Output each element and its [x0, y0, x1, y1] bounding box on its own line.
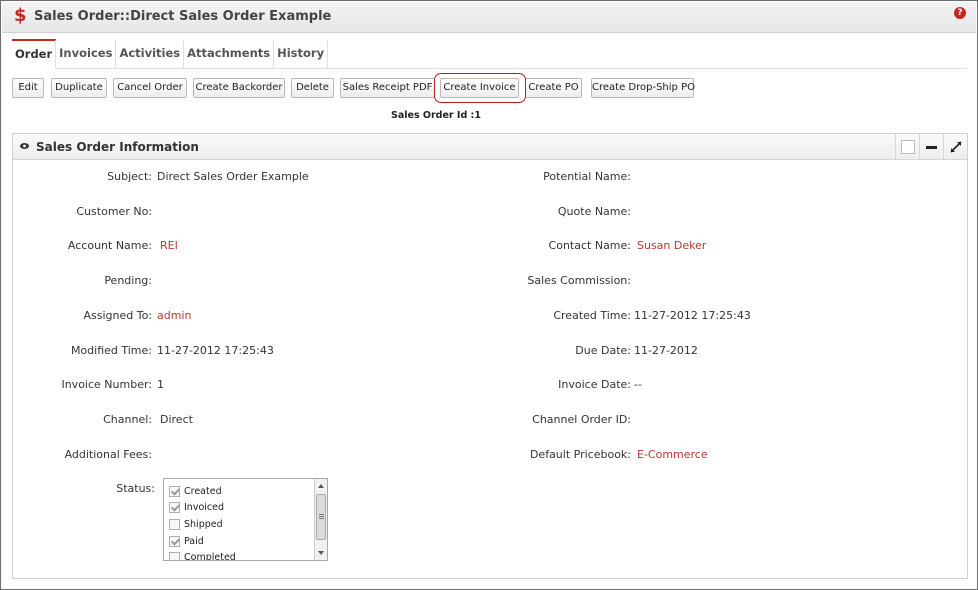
grip-icon: [319, 514, 324, 519]
subject-label: Subject:: [107, 170, 152, 183]
tab-attachments[interactable]: Attachments: [184, 39, 275, 69]
status-option-label: Completed: [184, 551, 236, 561]
status-scrollbar[interactable]: [314, 479, 327, 560]
status-option-shipped[interactable]: Shipped: [169, 517, 223, 531]
invoice-date-value: --: [634, 378, 642, 391]
status-option-label: Invoiced: [184, 501, 224, 513]
dollar-icon: $: [14, 5, 27, 26]
contact-name-label: Contact Name:: [548, 239, 631, 252]
status-checkbox[interactable]: [169, 518, 180, 530]
channel-label: Channel:: [103, 413, 152, 426]
sales-receipt-pdf-button[interactable]: Sales Receipt PDF: [340, 78, 435, 98]
delete-button[interactable]: Delete: [291, 78, 334, 98]
status-checkbox[interactable]: [169, 501, 180, 513]
minimize-icon: [926, 146, 937, 149]
default-pricebook-label: Default Pricebook:: [529, 448, 631, 461]
status-option-label: Created: [184, 485, 222, 497]
scroll-thumb[interactable]: [316, 494, 326, 540]
sales-order-window: $ Sales Order::Direct Sales Order Exampl…: [0, 0, 978, 590]
sales-commission-label: Sales Commission:: [527, 274, 631, 287]
tab-history[interactable]: History: [274, 39, 329, 69]
page-title: Sales Order::Direct Sales Order Example: [34, 9, 332, 24]
modified-time-label: Modified Time:: [70, 344, 152, 357]
status-option-label: Shipped: [184, 518, 223, 530]
modified-time-value: 11-27-2012 17:25:43: [157, 344, 274, 357]
scroll-up-icon[interactable]: [318, 484, 324, 488]
status-label: Status:: [116, 482, 155, 495]
panel-header: Sales Order Information: [13, 134, 967, 160]
due-date-label: Due Date:: [575, 344, 631, 357]
account-name-label: Account Name:: [67, 239, 152, 252]
invoice-number-value: 1: [157, 378, 164, 391]
create-backorder-button[interactable]: Create Backorder: [193, 78, 285, 98]
status-option-created[interactable]: Created: [169, 484, 222, 498]
quote-name-label: Quote Name:: [557, 205, 631, 218]
subject-value: Direct Sales Order Example: [157, 170, 309, 183]
status-multiselect[interactable]: Created Invoiced Shipped Paid Completed: [163, 478, 328, 561]
status-checkbox[interactable]: [169, 535, 180, 547]
expand-button[interactable]: [943, 134, 967, 160]
assigned-to-label: Assigned To:: [83, 309, 152, 322]
sales-order-info-panel: Sales Order Information: [12, 133, 968, 579]
create-invoice-highlight: [434, 73, 526, 103]
status-checkbox[interactable]: [169, 485, 180, 497]
title-bar: $ Sales Order::Direct Sales Order Exampl…: [2, 2, 976, 33]
status-option-paid[interactable]: Paid: [169, 534, 204, 548]
panel-title: Sales Order Information: [36, 140, 199, 154]
additional-fees-label: Additional Fees:: [64, 448, 152, 461]
cancel-order-button[interactable]: Cancel Order: [113, 78, 187, 98]
create-po-button[interactable]: Create PO: [525, 78, 582, 98]
duplicate-button[interactable]: Duplicate: [51, 78, 107, 98]
potential-name-label: Potential Name:: [543, 170, 631, 183]
status-checkbox[interactable]: [169, 551, 180, 560]
eye-icon[interactable]: [20, 143, 29, 149]
tab-bar: Order Invoices Activities Attachments Hi…: [12, 39, 967, 69]
created-time-value: 11-27-2012 17:25:43: [634, 309, 751, 322]
tab-invoices[interactable]: Invoices: [56, 39, 117, 69]
due-date-value: 11-27-2012: [634, 344, 698, 357]
channel-value: Direct: [160, 413, 193, 426]
square-icon: [901, 140, 915, 154]
created-time-label: Created Time:: [553, 309, 631, 322]
edit-button[interactable]: Edit: [12, 78, 44, 98]
expand-icon: [950, 141, 962, 153]
scroll-down-icon[interactable]: [318, 551, 324, 555]
assigned-to-link[interactable]: admin: [157, 309, 191, 322]
invoice-date-label: Invoice Date:: [558, 378, 631, 391]
create-dropship-po-button[interactable]: Create Drop-Ship PO: [591, 78, 695, 98]
default-pricebook-link[interactable]: E-Commerce: [637, 448, 708, 461]
status-option-completed[interactable]: Completed: [169, 550, 236, 561]
status-option-invoiced[interactable]: Invoiced: [169, 500, 224, 514]
tab-order[interactable]: Order: [12, 39, 57, 69]
status-option-label: Paid: [184, 535, 204, 547]
tab-activities[interactable]: Activities: [116, 39, 185, 69]
panel-square-control[interactable]: [895, 134, 919, 160]
minimize-button[interactable]: [919, 134, 943, 160]
help-icon[interactable]: ?: [954, 7, 966, 19]
pending-label: Pending:: [104, 274, 152, 287]
invoice-number-label: Invoice Number:: [61, 378, 152, 391]
sales-order-id: Sales Order Id :1: [391, 110, 481, 121]
customer-no-label: Customer No:: [76, 205, 152, 218]
account-name-link[interactable]: REI: [160, 239, 178, 252]
channel-order-id-label: Channel Order ID:: [532, 413, 631, 426]
contact-name-link[interactable]: Susan Deker: [637, 239, 706, 252]
